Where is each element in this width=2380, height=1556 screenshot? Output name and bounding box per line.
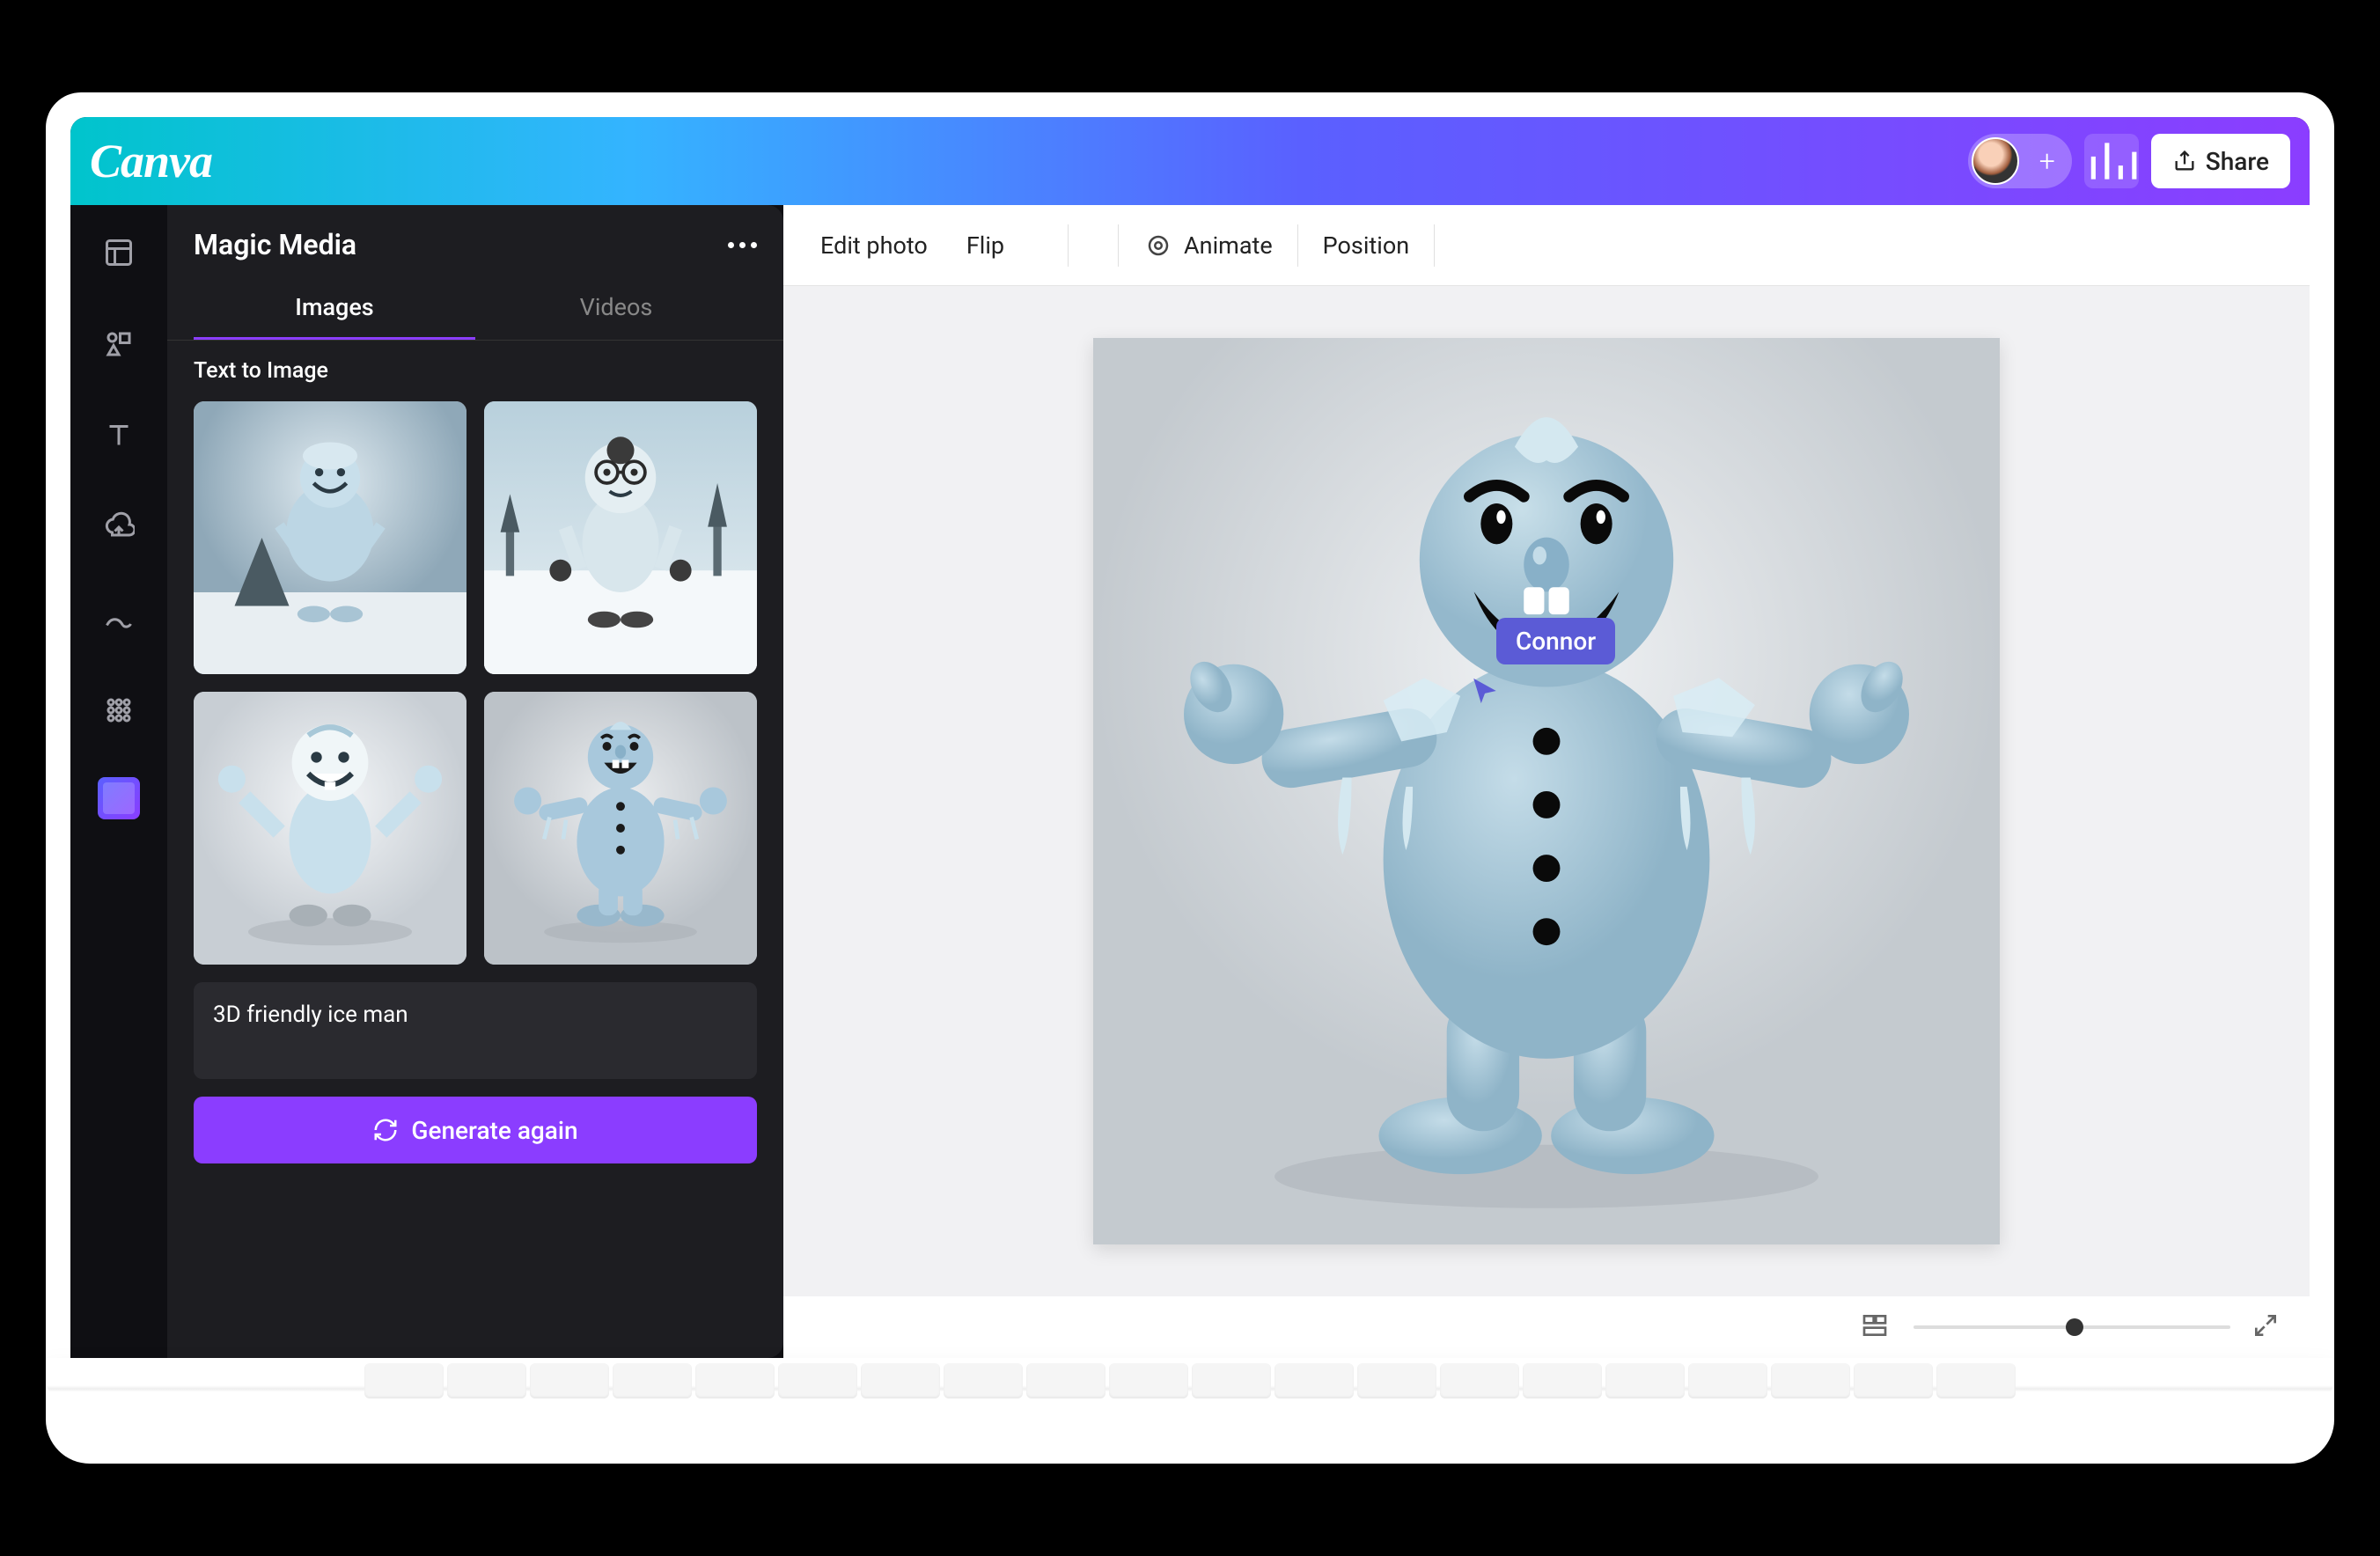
paint-roller-icon[interactable] (1517, 231, 1556, 261)
rotate-icon[interactable] (1479, 231, 1517, 261)
canvas-area: Connor Edit photo Flip Animate (783, 205, 2310, 1358)
avatar (1972, 137, 2019, 185)
brand-logo[interactable]: Canva (90, 134, 212, 188)
zoom-slider-thumb[interactable] (2066, 1318, 2083, 1336)
context-toolbar: Edit photo Flip Animate Position (783, 205, 2310, 286)
info-icon[interactable] (1024, 231, 1062, 261)
laptop-frame: Canva + Share (46, 92, 2334, 1464)
result-thumb-4[interactable] (484, 692, 757, 965)
insights-button[interactable] (2084, 134, 2139, 188)
transparency-icon[interactable] (1440, 231, 1479, 261)
apps-icon[interactable] (94, 686, 143, 735)
collaborator-name-label: Connor (1496, 618, 1615, 664)
result-thumb-3[interactable] (194, 692, 466, 965)
list-icon[interactable] (1074, 231, 1113, 261)
panel-title: Magic Media (194, 228, 356, 261)
tab-videos[interactable]: Videos (475, 277, 757, 340)
text-icon[interactable] (94, 411, 143, 460)
nav-rail (70, 205, 167, 1358)
prompt-input[interactable]: 3D friendly ice man (194, 982, 757, 1079)
elements-icon[interactable] (94, 319, 143, 369)
laptop-bezel: Canva + Share (46, 92, 2334, 1358)
pages-view-icon[interactable] (1861, 1311, 1892, 1343)
result-thumb-2[interactable] (484, 401, 757, 674)
draw-icon[interactable] (94, 594, 143, 643)
lock-icon[interactable] (1556, 231, 1595, 261)
collaborators-button[interactable]: + (1968, 134, 2072, 188)
uploads-icon[interactable] (94, 503, 143, 552)
collaborator-cursor: Connor (1470, 676, 1500, 709)
zoom-slider[interactable] (1914, 1325, 2230, 1329)
magic-media-app-icon[interactable] (98, 777, 140, 819)
main-layout: Magic Media Images Videos Text to Image (70, 205, 2310, 1358)
generate-again-button[interactable]: Generate again (194, 1097, 757, 1163)
position-button[interactable]: Position (1304, 221, 1429, 270)
laptop-base (46, 1358, 2334, 1464)
panel-more-icon[interactable] (728, 242, 757, 248)
share-button[interactable]: Share (2151, 134, 2290, 188)
app-window: Canva + Share (70, 117, 2310, 1358)
share-button-label: Share (2206, 147, 2269, 176)
canvas-stage[interactable] (783, 286, 2310, 1296)
panel-tabs: Images Videos (167, 277, 783, 341)
result-thumb-1[interactable] (194, 401, 466, 674)
templates-icon[interactable] (94, 228, 143, 277)
add-collaborator-icon[interactable]: + (2026, 140, 2068, 182)
artboard[interactable] (1093, 338, 2000, 1244)
results-grid (194, 401, 757, 965)
header-actions: + Share (1968, 134, 2290, 188)
flip-button[interactable]: Flip (947, 221, 1024, 270)
header-bar: Canva + Share (70, 117, 2310, 205)
edit-photo-button[interactable]: Edit photo (801, 221, 947, 270)
animate-button[interactable]: Animate (1124, 221, 1292, 270)
animate-icon (1143, 231, 1173, 261)
tab-images[interactable]: Images (194, 277, 475, 340)
cursor-icon (1470, 676, 1500, 706)
section-label: Text to Image (194, 358, 757, 384)
footer-bar (783, 1296, 2310, 1358)
generate-again-label: Generate again (411, 1116, 577, 1145)
fullscreen-icon[interactable] (2251, 1311, 2283, 1343)
magic-media-panel: Magic Media Images Videos Text to Image (167, 205, 783, 1358)
